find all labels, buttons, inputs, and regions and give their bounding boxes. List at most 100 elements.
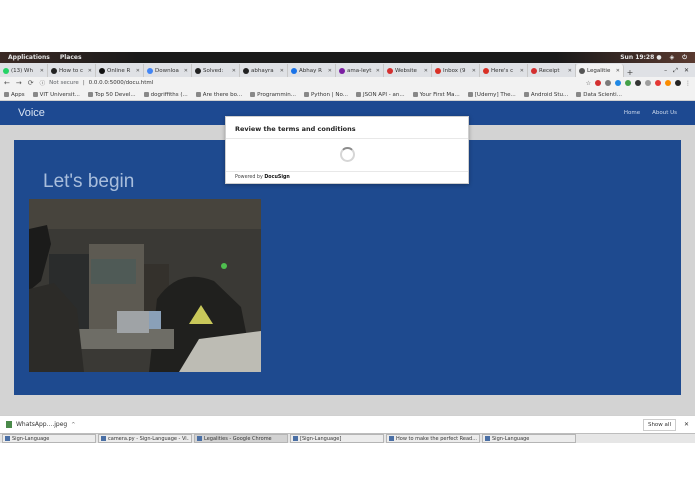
nav-link-about-us[interactable]: About Us bbox=[652, 110, 677, 116]
bookmark-item[interactable]: [Udemy] The... bbox=[467, 92, 516, 98]
bookmark-item[interactable]: Top 50 Devel... bbox=[87, 92, 136, 98]
tab-close-icon[interactable]: ✕ bbox=[40, 68, 44, 74]
tab-favicon-icon bbox=[51, 67, 57, 74]
tab-label: Receipt bbox=[539, 67, 560, 74]
bookmark-favicon-icon bbox=[143, 92, 149, 97]
window-controls: – ⤢ ✕ bbox=[664, 67, 695, 77]
extension-icon[interactable] bbox=[645, 79, 651, 86]
tab-close-icon[interactable]: ✕ bbox=[184, 68, 188, 74]
maximize-icon[interactable]: ⤢ bbox=[673, 67, 678, 75]
menu-kebab-icon[interactable]: ⋮ bbox=[685, 80, 691, 87]
download-item[interactable]: WhatsApp....jpeg ^ bbox=[6, 421, 75, 428]
address-bar[interactable]: ⓘ Not secure | 0.0.0.0:5000/docu.html bbox=[40, 79, 154, 87]
bookmark-item[interactable]: Programmin... bbox=[250, 92, 296, 98]
browser-tab[interactable]: Solved: ✕ bbox=[192, 64, 240, 77]
browser-tab[interactable]: ama-leyt ✕ bbox=[336, 64, 384, 77]
applications-menu[interactable]: Applications bbox=[8, 54, 50, 61]
tab-favicon-icon bbox=[483, 67, 489, 74]
tab-close-icon[interactable]: ✕ bbox=[280, 68, 284, 74]
panel-clock[interactable]: Sun 19:28 ● bbox=[620, 54, 661, 62]
tab-close-icon[interactable]: ✕ bbox=[472, 68, 476, 74]
downloads-shelf: WhatsApp....jpeg ^ Show all ✕ bbox=[0, 415, 695, 433]
places-menu[interactable]: Places bbox=[60, 54, 82, 61]
new-tab-icon[interactable]: + bbox=[624, 68, 636, 77]
extension-icon[interactable] bbox=[605, 79, 611, 86]
bookmark-item[interactable]: Your First Ma... bbox=[412, 91, 460, 98]
bookmark-item[interactable]: Python | No... bbox=[303, 92, 348, 98]
bookmark-label: Your First Ma... bbox=[419, 91, 460, 98]
tab-label: How to c bbox=[59, 67, 84, 74]
taskbar-window-button[interactable]: Legalities - Google Chrome bbox=[194, 434, 288, 443]
extension-icon[interactable] bbox=[635, 79, 641, 86]
network-icon[interactable]: ◈ bbox=[670, 54, 675, 62]
bookmark-favicon-icon bbox=[250, 92, 256, 97]
modal-divider bbox=[226, 138, 468, 139]
tab-favicon-icon bbox=[531, 67, 537, 74]
tab-close-icon[interactable]: ✕ bbox=[568, 68, 572, 74]
browser-tab[interactable]: Receipt ✕ bbox=[528, 64, 576, 77]
browser-tab[interactable]: Abhay R ✕ bbox=[288, 64, 336, 77]
bookmark-item[interactable]: Data Scienti... bbox=[576, 92, 622, 98]
browser-tab[interactable]: Website ✕ bbox=[384, 64, 432, 77]
back-icon[interactable]: ← bbox=[4, 79, 10, 87]
site-brand[interactable]: Voice bbox=[18, 107, 45, 119]
tab-close-icon[interactable]: ✕ bbox=[136, 68, 140, 74]
taskbar-window-button[interactable]: Sign-Language bbox=[482, 434, 576, 443]
tab-close-icon[interactable]: ✕ bbox=[616, 68, 620, 74]
taskbar-window-button[interactable]: camera.py - Sign-Language - Vi... bbox=[98, 434, 192, 443]
tab-close-icon[interactable]: ✕ bbox=[424, 68, 428, 74]
bookmark-item[interactable]: Are there bo... bbox=[195, 92, 242, 98]
window-close-icon[interactable]: ✕ bbox=[684, 67, 689, 75]
taskbar-window-button[interactable]: How to make the perfect Read... bbox=[386, 434, 480, 443]
url-text[interactable]: 0.0.0.0:5000/docu.html bbox=[89, 80, 154, 86]
close-icon[interactable]: ✕ bbox=[684, 421, 689, 428]
taskbar-window-button[interactable]: [Sign-Language] bbox=[290, 434, 384, 443]
extension-icon[interactable] bbox=[595, 79, 601, 86]
info-icon[interactable]: ⓘ bbox=[40, 79, 46, 87]
browser-tab[interactable]: Inbox (9 ✕ bbox=[432, 64, 480, 77]
browser-tab[interactable]: Downloa ✕ bbox=[144, 64, 192, 77]
tab-close-icon[interactable]: ✕ bbox=[328, 68, 332, 74]
tab-label: abhayra bbox=[251, 67, 274, 74]
extension-icon[interactable] bbox=[665, 79, 671, 86]
browser-tab[interactable]: (13) Wh ✕ bbox=[0, 64, 48, 77]
tab-close-icon[interactable]: ✕ bbox=[88, 68, 92, 74]
minimize-icon[interactable]: – bbox=[664, 67, 667, 75]
browser-tab[interactable]: Online R ✕ bbox=[96, 64, 144, 77]
download-filename[interactable]: WhatsApp....jpeg bbox=[16, 421, 67, 428]
chevron-up-icon[interactable]: ^ bbox=[71, 422, 75, 428]
bookmark-star-icon[interactable]: ☆ bbox=[586, 80, 591, 87]
extension-icon[interactable] bbox=[625, 79, 631, 86]
bookmark-favicon-icon bbox=[523, 92, 529, 97]
nav-link-home[interactable]: Home bbox=[624, 110, 640, 116]
taskbar-window-button[interactable]: Sign-Language bbox=[2, 434, 96, 443]
extension-icon[interactable] bbox=[615, 79, 621, 86]
taskbar-window-label: How to make the perfect Read... bbox=[396, 435, 477, 442]
bookmark-item[interactable]: Android Stu... bbox=[523, 92, 568, 98]
webcam-video bbox=[29, 199, 261, 372]
show-all-button[interactable]: Show all bbox=[642, 418, 676, 431]
forward-icon[interactable]: → bbox=[16, 79, 22, 87]
reload-icon[interactable]: ⟳ bbox=[28, 79, 34, 87]
browser-tab[interactable]: Legalitie ✕ bbox=[576, 64, 624, 77]
tab-close-icon[interactable]: ✕ bbox=[232, 68, 236, 74]
bookmark-item[interactable]: JSON API - an... bbox=[356, 92, 405, 98]
tab-label: (13) Wh bbox=[11, 67, 33, 74]
bookmark-item[interactable]: VIT Universit... bbox=[32, 92, 80, 98]
bookmark-favicon-icon bbox=[32, 92, 38, 97]
tab-label: Online R bbox=[107, 67, 131, 74]
bookmark-item[interactable]: dogriffiths (... bbox=[143, 92, 188, 98]
tab-close-icon[interactable]: ✕ bbox=[520, 68, 524, 74]
bookmark-label: Programmin... bbox=[257, 91, 296, 98]
profile-avatar[interactable] bbox=[675, 79, 681, 86]
page-heading: Let's begin bbox=[43, 171, 135, 192]
site-nav-links: Home About Us bbox=[624, 110, 677, 116]
browser-tab[interactable]: How to c ✕ bbox=[48, 64, 96, 77]
extension-icon[interactable] bbox=[655, 79, 661, 86]
browser-tab[interactable]: abhayra ✕ bbox=[240, 64, 288, 77]
tab-favicon-icon bbox=[195, 67, 201, 74]
browser-tab[interactable]: Here's c ✕ bbox=[480, 64, 528, 77]
tab-close-icon[interactable]: ✕ bbox=[376, 68, 380, 74]
bookmark-item[interactable]: Apps bbox=[4, 92, 25, 98]
power-icon[interactable]: ⏻ bbox=[682, 54, 687, 62]
